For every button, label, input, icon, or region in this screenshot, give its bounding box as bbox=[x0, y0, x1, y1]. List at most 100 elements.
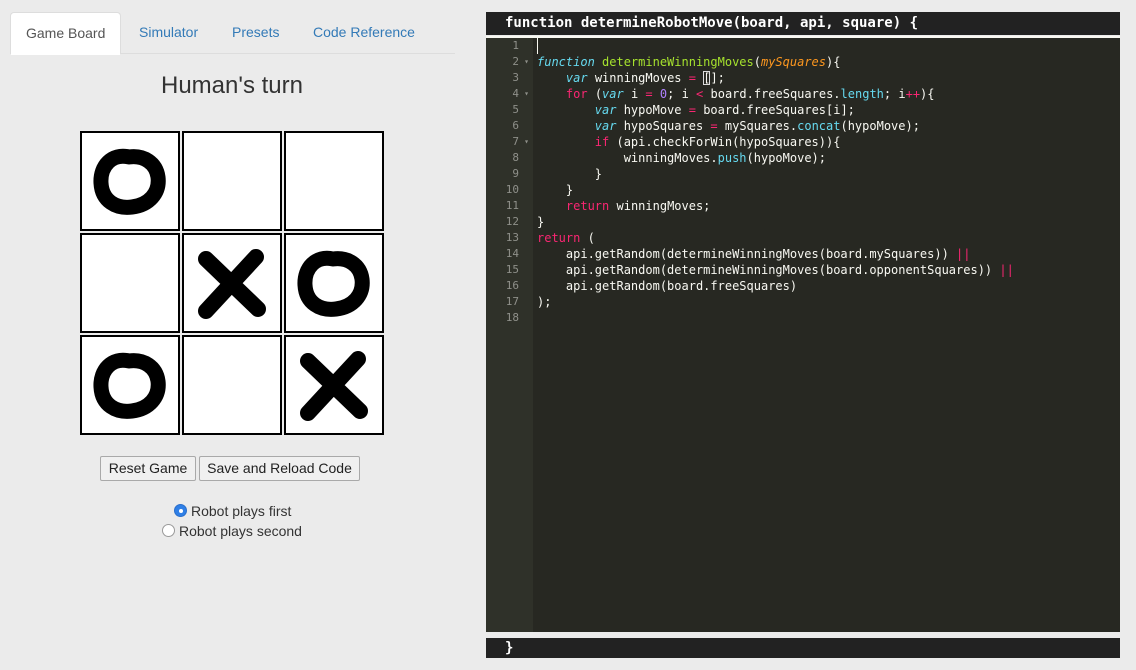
code-token: i bbox=[623, 87, 646, 101]
code-editor[interactable]: 1 2 ▾ 3 4 ▾ 5 6 7 ▾ 8 9 10 11 12 13 14 15 16 17 18 function … bbox=[486, 36, 1120, 632]
code-line: } bbox=[537, 166, 602, 182]
save-reload-button[interactable]: Save and Reload Code bbox=[199, 456, 360, 481]
code-line: } bbox=[537, 182, 573, 198]
line-number: 17 bbox=[486, 294, 533, 310]
code-token: var bbox=[602, 87, 624, 101]
board-cell[interactable] bbox=[284, 131, 384, 231]
code-line: ); bbox=[537, 294, 551, 310]
line-number-text: 8 bbox=[512, 151, 519, 164]
fold-arrow-icon[interactable]: ▾ bbox=[524, 134, 529, 150]
fold-arrow-icon[interactable]: ▾ bbox=[524, 86, 529, 102]
line-number: 6 bbox=[486, 118, 533, 134]
code-token: (hypoMove); bbox=[746, 151, 827, 165]
tab-presets[interactable]: Presets bbox=[217, 12, 294, 54]
text-cursor bbox=[537, 38, 538, 54]
code-line: api.getRandom(determineWinningMoves(boar… bbox=[537, 246, 971, 262]
line-number-text: 5 bbox=[512, 103, 519, 116]
code-token: board.freeSquares[i]; bbox=[695, 103, 855, 117]
line-number-gutter: 1 2 ▾ 3 4 ▾ 5 6 7 ▾ 8 9 10 11 12 13 14 15 16 17 18 bbox=[486, 38, 533, 632]
radio-robot-second-label: Robot plays second bbox=[179, 523, 302, 539]
code-token: var bbox=[594, 119, 617, 133]
line-number: 5 bbox=[486, 102, 533, 118]
code-token: ); bbox=[537, 295, 552, 309]
line-number-text: 9 bbox=[512, 167, 519, 180]
code-line: return ( bbox=[537, 230, 595, 246]
line-number: 11 bbox=[486, 198, 533, 214]
line-number: 4 ▾ bbox=[486, 86, 533, 102]
line-number: 18 bbox=[486, 310, 533, 326]
code-line: function determineWinningMoves(mySquares… bbox=[537, 54, 840, 70]
code-token: } bbox=[537, 183, 574, 197]
code-line: var hypoSquares = mySquares.concat(hypoM… bbox=[537, 118, 920, 134]
code-token: ( bbox=[753, 55, 761, 69]
board-cell[interactable] bbox=[80, 131, 180, 231]
code-token: hypoSquares bbox=[616, 119, 711, 133]
code-token: ++ bbox=[905, 87, 921, 101]
radio-robot-second-button[interactable] bbox=[162, 524, 175, 537]
function-footer: } bbox=[486, 638, 1120, 658]
tab-game-board[interactable]: Game Board bbox=[10, 12, 122, 55]
board-cell[interactable] bbox=[284, 335, 384, 435]
board-cell[interactable] bbox=[182, 233, 282, 333]
board-cell[interactable] bbox=[182, 335, 282, 435]
tab-code-reference[interactable]: Code Reference bbox=[298, 12, 430, 54]
line-number: 10 bbox=[486, 182, 533, 198]
code-token: winningMoves. bbox=[537, 151, 718, 165]
line-number: 16 bbox=[486, 278, 533, 294]
code-token: var bbox=[594, 103, 617, 117]
code-token: ( bbox=[587, 87, 603, 101]
line-number-text: 15 bbox=[505, 263, 519, 276]
fold-arrow-icon[interactable]: ▾ bbox=[524, 54, 529, 70]
code-token: mySquares bbox=[760, 55, 827, 69]
line-number: 14 bbox=[486, 246, 533, 262]
x-mark-icon bbox=[198, 249, 266, 319]
code-token: if bbox=[594, 135, 610, 149]
code-token: return bbox=[565, 199, 610, 213]
tab-simulator[interactable]: Simulator bbox=[124, 12, 213, 54]
reset-game-button[interactable]: Reset Game bbox=[100, 456, 196, 481]
code-token: = bbox=[710, 119, 718, 133]
line-number-text: 10 bbox=[505, 183, 519, 196]
code-token: = bbox=[645, 87, 653, 101]
radio-robot-first[interactable]: Robot plays first bbox=[174, 501, 304, 521]
code-line: api.getRandom(board.freeSquares) bbox=[537, 278, 797, 294]
code-token: return bbox=[537, 231, 581, 245]
radio-robot-first-button[interactable] bbox=[174, 504, 187, 517]
code-token: ( bbox=[580, 231, 595, 245]
o-mark-icon bbox=[93, 352, 166, 419]
radio-robot-first-label: Robot plays first bbox=[191, 503, 292, 519]
code-token: push bbox=[717, 151, 747, 165]
game-panel: Game Board Simulator Presets Code Refere… bbox=[0, 0, 470, 670]
line-number-text: 11 bbox=[505, 199, 519, 212]
code-token: = bbox=[688, 71, 696, 85]
code-token: mySquares. bbox=[717, 119, 798, 133]
line-number: 9 bbox=[486, 166, 533, 182]
code-token: api.getRandom(determineWinningMoves(boar… bbox=[537, 247, 957, 261]
code-token: length bbox=[840, 87, 884, 101]
line-number: 8 bbox=[486, 150, 533, 166]
board-cell[interactable] bbox=[284, 233, 384, 333]
code-line: for (var i = 0; i < board.freeSquares.le… bbox=[537, 86, 935, 102]
code-token: || bbox=[956, 247, 971, 261]
code-token: for bbox=[565, 87, 588, 101]
board-cell[interactable] bbox=[182, 131, 282, 231]
board-cell[interactable] bbox=[80, 233, 180, 333]
code-token: winningMoves bbox=[587, 71, 689, 85]
board-cell[interactable] bbox=[80, 335, 180, 435]
radio-robot-second[interactable]: Robot plays second bbox=[162, 521, 312, 541]
o-mark-icon bbox=[297, 250, 370, 317]
game-board bbox=[80, 131, 385, 436]
code-line: return winningMoves; bbox=[537, 198, 711, 214]
line-number-text: 18 bbox=[505, 311, 519, 324]
code-line: api.getRandom(determineWinningMoves(boar… bbox=[537, 262, 1014, 278]
line-number: 3 bbox=[486, 70, 533, 86]
line-number-text: 1 bbox=[512, 39, 519, 52]
function-header: function determineRobotMove(board, api, … bbox=[486, 12, 1120, 35]
tab-bar: Game Board Simulator Presets Code Refere… bbox=[10, 12, 455, 55]
line-number: 15 bbox=[486, 262, 533, 278]
